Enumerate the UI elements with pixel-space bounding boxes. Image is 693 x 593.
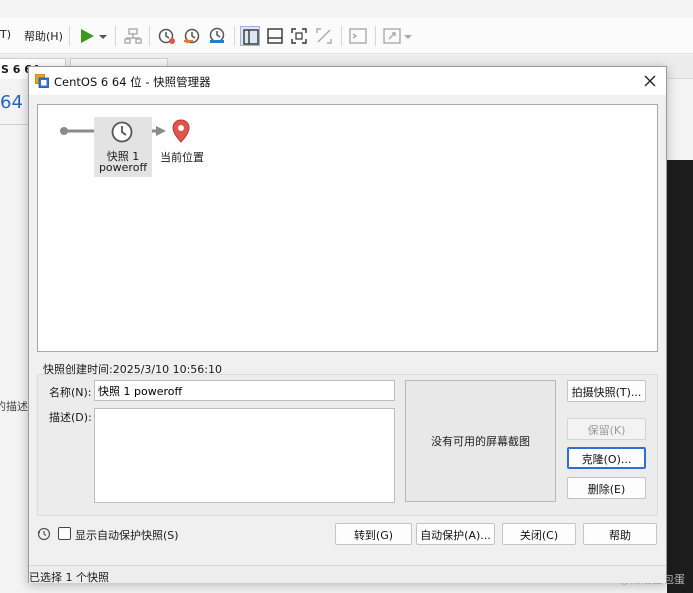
name-label: 名称(N): — [49, 386, 92, 399]
vmware-icon — [35, 74, 49, 88]
vm-title: 64 位 — [0, 92, 28, 113]
vm-console-area — [667, 160, 693, 593]
description-label: 描述(D): — [49, 411, 92, 424]
network-icon[interactable] — [123, 26, 143, 46]
arrow-icon — [156, 126, 166, 136]
clock-icon — [111, 121, 133, 143]
divider — [0, 124, 28, 125]
vm-description-label: 的描述 — [0, 400, 28, 413]
show-autoprotect-label[interactable]: 显示自动保护快照(S) — [75, 527, 179, 543]
snapshot-tree[interactable]: 快照 1 poweroff 当前位置 — [37, 104, 658, 352]
sidebar-icon[interactable] — [240, 26, 260, 46]
fullscreen-icon[interactable] — [289, 26, 309, 46]
close-button[interactable]: 关闭(C) — [502, 523, 576, 545]
status-text: 已选择 1 个快照 — [29, 571, 109, 584]
snapshot-manager-icon[interactable] — [207, 26, 227, 46]
bottom-panel-icon[interactable] — [265, 26, 285, 46]
play-icon[interactable] — [77, 26, 97, 46]
dialog-titlebar[interactable]: CentOS 6 64 位 - 快照管理器 — [29, 67, 666, 95]
menu-partial[interactable]: T) — [0, 28, 11, 41]
show-autoprotect-checkbox[interactable] — [58, 527, 71, 540]
dialog-title: CentOS 6 64 位 - 快照管理器 — [54, 75, 211, 89]
screenshot-placeholder: 没有可用的屏幕截图 — [431, 435, 530, 448]
clone-button[interactable]: 克隆(O)... — [567, 447, 646, 469]
console-icon[interactable] — [348, 26, 368, 46]
autoprotect-button[interactable]: 自动保护(A)... — [416, 523, 495, 545]
stretch-icon[interactable] — [382, 26, 402, 46]
chevron-down-icon[interactable] — [97, 26, 109, 46]
location-pin-icon[interactable] — [171, 119, 191, 143]
take-snapshot-button[interactable]: 拍摄快照(T)... — [567, 380, 646, 402]
revert-snapshot-icon[interactable] — [182, 26, 202, 46]
history-icon — [37, 527, 51, 541]
snapshot-description-input[interactable] — [94, 408, 395, 503]
chevron-down-icon[interactable] — [402, 26, 414, 46]
snapshot-icon[interactable] — [157, 26, 177, 46]
snapshot-node[interactable]: 快照 1 poweroff — [94, 117, 152, 177]
delete-button[interactable]: 删除(E) — [567, 477, 646, 499]
help-button[interactable]: 帮助 — [583, 523, 657, 545]
snapshot-name-input[interactable] — [94, 380, 395, 401]
menu-help[interactable]: 帮助(H) — [24, 28, 63, 44]
screenshot-preview: 没有可用的屏幕截图 — [405, 380, 556, 502]
close-icon[interactable] — [640, 71, 660, 91]
current-location-label: 当前位置 — [160, 151, 204, 164]
keep-button[interactable]: 保留(K) — [567, 418, 646, 440]
status-bar: 已选择 1 个快照 — [29, 565, 666, 584]
snapshot-manager-dialog: CentOS 6 64 位 - 快照管理器 快照 1 poweroff 当前位置 — [28, 66, 667, 584]
main-toolbar: T) 帮助(H) — [0, 18, 693, 54]
snapshot-subtitle: poweroff — [98, 161, 148, 174]
unity-icon[interactable] — [314, 26, 334, 46]
goto-button[interactable]: 转到(G) — [335, 523, 412, 545]
